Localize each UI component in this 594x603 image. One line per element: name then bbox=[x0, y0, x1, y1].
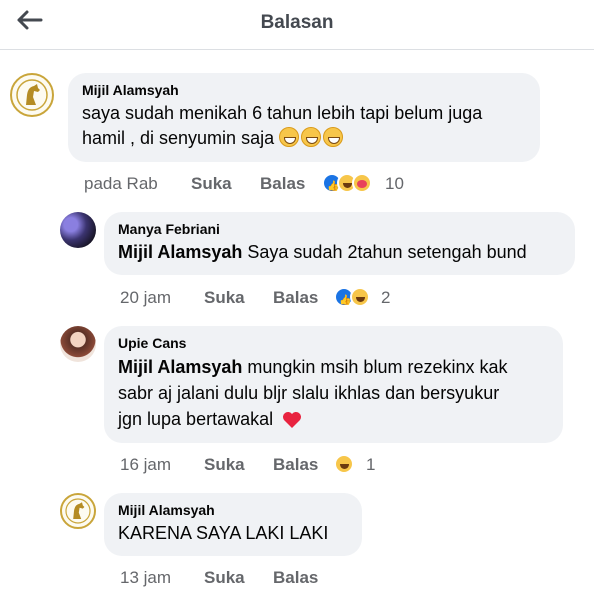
reply-time[interactable]: 16 jam bbox=[120, 454, 171, 476]
haha-reaction-icon[interactable] bbox=[334, 454, 354, 474]
comment-bubble: Mijil Alamsyah saya sudah menikah 6 tahu… bbox=[68, 73, 540, 162]
grin-emoji-icon bbox=[301, 127, 322, 147]
grin-emoji-icon bbox=[323, 127, 344, 147]
reply-author[interactable]: Mijil Alamsyah bbox=[118, 501, 350, 519]
comment-text: saya sudah menikah 6 tahun lebih tapi be… bbox=[82, 103, 483, 148]
grin-emoji-icon bbox=[279, 127, 300, 147]
avatar[interactable] bbox=[60, 326, 96, 362]
mention-link[interactable]: Mijil Alamsyah bbox=[118, 357, 242, 377]
haha-reaction-icon[interactable] bbox=[350, 287, 370, 307]
reply-button[interactable]: Balas bbox=[273, 287, 318, 309]
heart-emoji-icon bbox=[283, 412, 302, 428]
reaction-count[interactable]: 1 bbox=[366, 454, 375, 476]
reply-bubble: Manya Febriani Mijil Alamsyah Saya sudah… bbox=[104, 212, 575, 275]
reply-button[interactable]: Balas bbox=[273, 454, 318, 476]
reply-time[interactable]: 13 jam bbox=[120, 567, 171, 589]
comment-meta: pada Rab Suka Balas 10 bbox=[84, 173, 414, 198]
reply-button[interactable]: Balas bbox=[273, 567, 318, 589]
like-button[interactable]: Suka bbox=[204, 454, 245, 476]
comment-author[interactable]: Mijil Alamsyah bbox=[82, 81, 528, 99]
reply-bubble: Mijil Alamsyah KARENA SAYA LAKI LAKI bbox=[104, 493, 362, 556]
top-bar: Balasan bbox=[0, 0, 594, 50]
reply-author[interactable]: Upie Cans bbox=[118, 334, 551, 352]
horse-logo-icon bbox=[65, 498, 91, 524]
page-title: Balasan bbox=[260, 12, 334, 33]
like-button[interactable]: Suka bbox=[204, 567, 245, 589]
reply-meta: 16 jam Suka Balas 1 bbox=[120, 454, 390, 476]
reply-author[interactable]: Manya Febriani bbox=[118, 220, 563, 238]
avatar[interactable] bbox=[60, 212, 96, 248]
avatar[interactable] bbox=[10, 73, 54, 117]
reaction-count[interactable]: 10 bbox=[385, 173, 404, 195]
care-reaction-icon[interactable] bbox=[352, 173, 372, 193]
reply-button[interactable]: Balas bbox=[260, 173, 305, 195]
reply-time[interactable]: 20 jam bbox=[120, 287, 171, 309]
reply-text: Mijil Alamsyah Saya sudah 2tahun setenga… bbox=[118, 242, 527, 262]
like-button[interactable]: Suka bbox=[191, 173, 232, 195]
reaction-count[interactable]: 2 bbox=[381, 287, 390, 309]
comment-time[interactable]: pada Rab bbox=[84, 173, 158, 195]
horse-logo-icon bbox=[16, 79, 48, 111]
reply-text: Mijil Alamsyah mungkin msih blum rezekin… bbox=[118, 357, 508, 429]
reply-meta: 20 jam Suka Balas 2 bbox=[120, 287, 410, 312]
mention-link[interactable]: Mijil Alamsyah bbox=[118, 242, 242, 262]
like-button[interactable]: Suka bbox=[204, 287, 245, 309]
avatar[interactable] bbox=[60, 493, 96, 529]
reply-text: KARENA SAYA LAKI LAKI bbox=[118, 523, 329, 543]
reply-meta: 13 jam Suka Balas bbox=[120, 567, 340, 589]
reply-bubble: Upie Cans Mijil Alamsyah mungkin msih bl… bbox=[104, 326, 563, 443]
